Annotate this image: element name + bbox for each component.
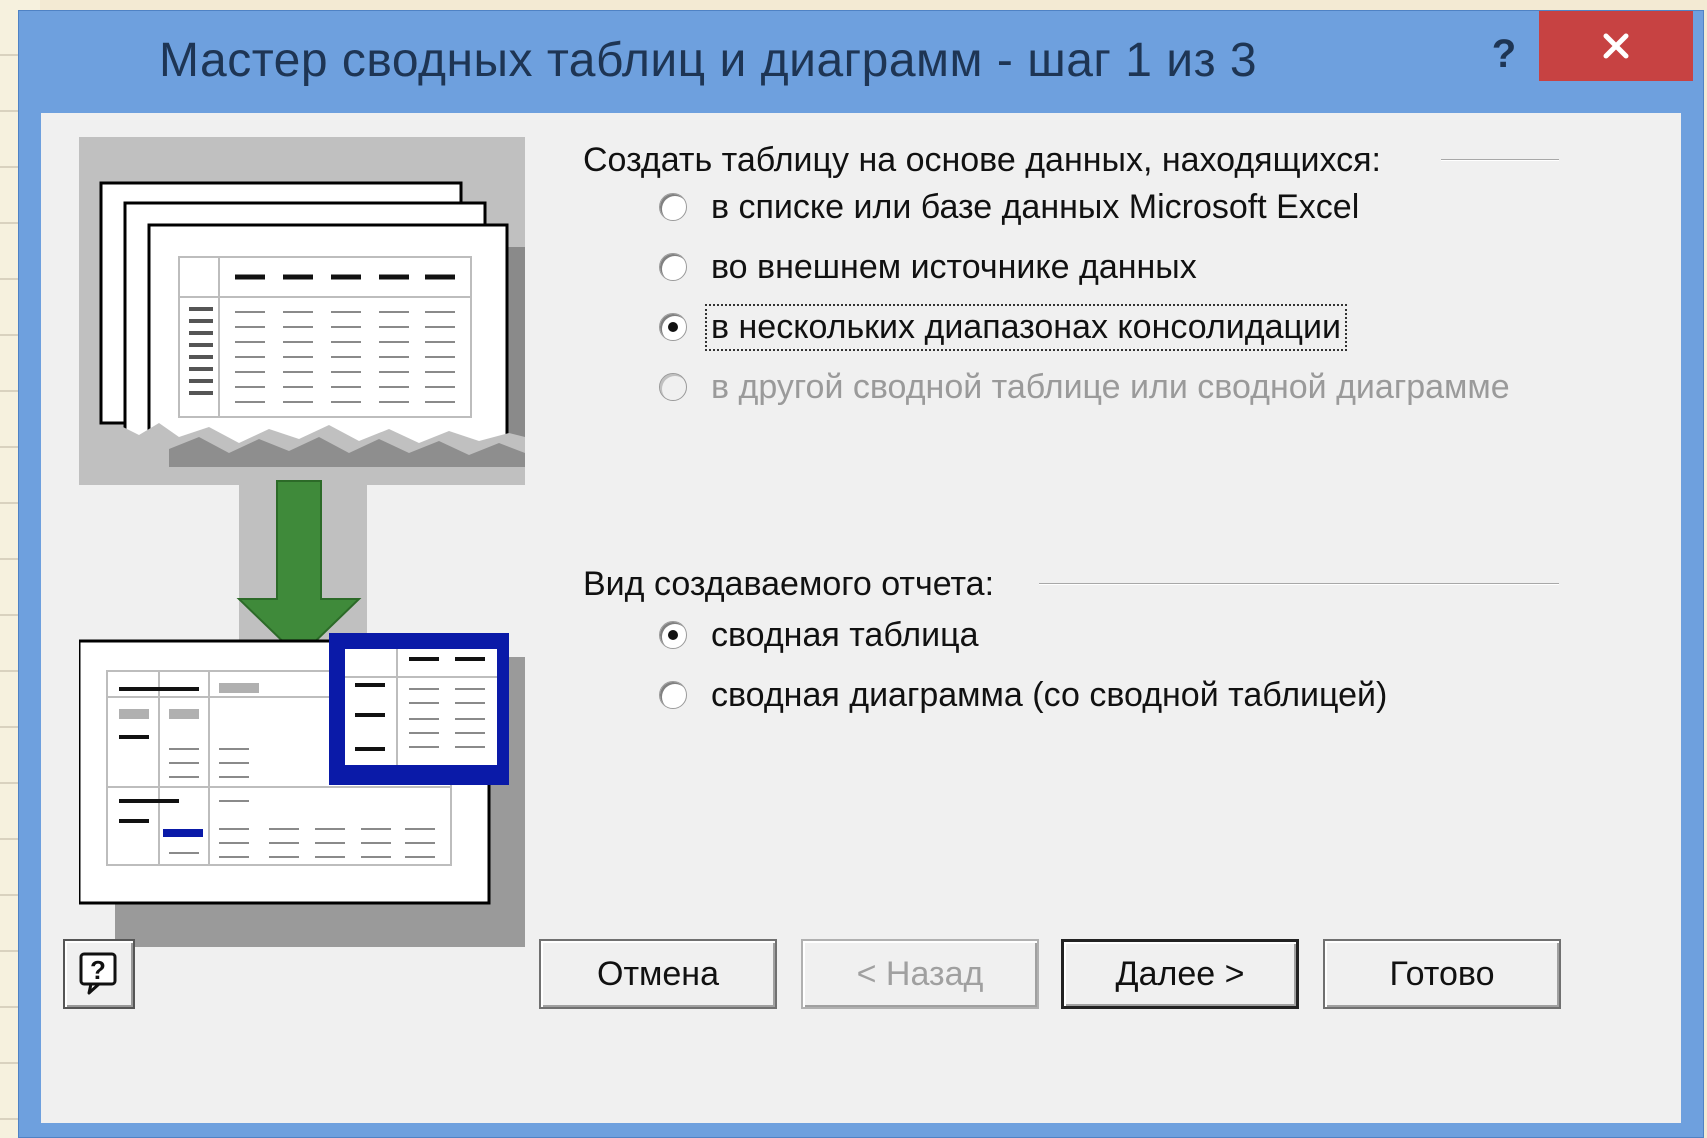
radio-button-icon bbox=[659, 373, 687, 401]
radio-button-selected-icon bbox=[659, 313, 687, 341]
source-group-label: Создать таблицу на основе данных, находя… bbox=[583, 141, 1382, 179]
radio-button-icon bbox=[659, 681, 687, 709]
radio-label-pivot-chart: сводная диаграмма (со сводной таблицей) bbox=[711, 675, 1388, 714]
radio-pivot-table[interactable]: сводная таблица bbox=[659, 611, 982, 659]
radio-other-pivot: в другой сводной таблице или сводной диа… bbox=[659, 363, 1514, 411]
close-icon bbox=[1603, 33, 1629, 59]
window-title: Мастер сводных таблиц и диаграмм - шаг 1… bbox=[159, 34, 1258, 87]
radio-external-source[interactable]: во внешнем источнике данных bbox=[659, 243, 1201, 291]
radio-pivot-chart[interactable]: сводная диаграмма (со сводной таблицей) bbox=[659, 671, 1391, 719]
pivot-wizard-dialog: Мастер сводных таблиц и диаграмм - шаг 1… bbox=[18, 10, 1704, 1138]
svg-text:?: ? bbox=[90, 955, 106, 985]
radio-label-external-source: во внешнем источнике данных bbox=[711, 247, 1197, 286]
close-button[interactable] bbox=[1539, 11, 1693, 81]
report-group-label: Вид создаваемого отчета: bbox=[583, 565, 995, 603]
title-bar[interactable]: Мастер сводных таблиц и диаграмм - шаг 1… bbox=[19, 11, 1703, 113]
dialog-body: Создать таблицу на основе данных, находя… bbox=[41, 113, 1681, 1123]
radio-excel-list[interactable]: в списке или базе данных Microsoft Excel bbox=[659, 183, 1363, 231]
source-group-divider bbox=[1441, 159, 1559, 161]
radio-button-icon bbox=[659, 253, 687, 281]
next-button[interactable]: Далее > bbox=[1061, 939, 1299, 1009]
help-button[interactable]: ? bbox=[63, 939, 135, 1009]
radio-button-icon bbox=[659, 193, 687, 221]
radio-button-selected-icon bbox=[659, 621, 687, 649]
radio-label-consolidation-ranges: в нескольких диапазонах консолидации bbox=[705, 303, 1347, 351]
back-button: < Назад bbox=[801, 939, 1039, 1009]
radio-label-excel-list: в списке или базе данных Microsoft Excel bbox=[711, 187, 1360, 226]
report-group-divider bbox=[1039, 583, 1559, 585]
help-icon: ? bbox=[79, 952, 117, 995]
radio-label-pivot-table: сводная таблица bbox=[711, 615, 979, 654]
cancel-button[interactable]: Отмена bbox=[539, 939, 777, 1009]
radio-label-other-pivot: в другой сводной таблице или сводной диа… bbox=[711, 367, 1510, 406]
radio-consolidation-ranges[interactable]: в нескольких диапазонах консолидации bbox=[659, 303, 1347, 351]
finish-button[interactable]: Готово bbox=[1323, 939, 1561, 1009]
title-help-button[interactable]: ? bbox=[1469, 19, 1539, 89]
wizard-illustration bbox=[79, 137, 525, 947]
